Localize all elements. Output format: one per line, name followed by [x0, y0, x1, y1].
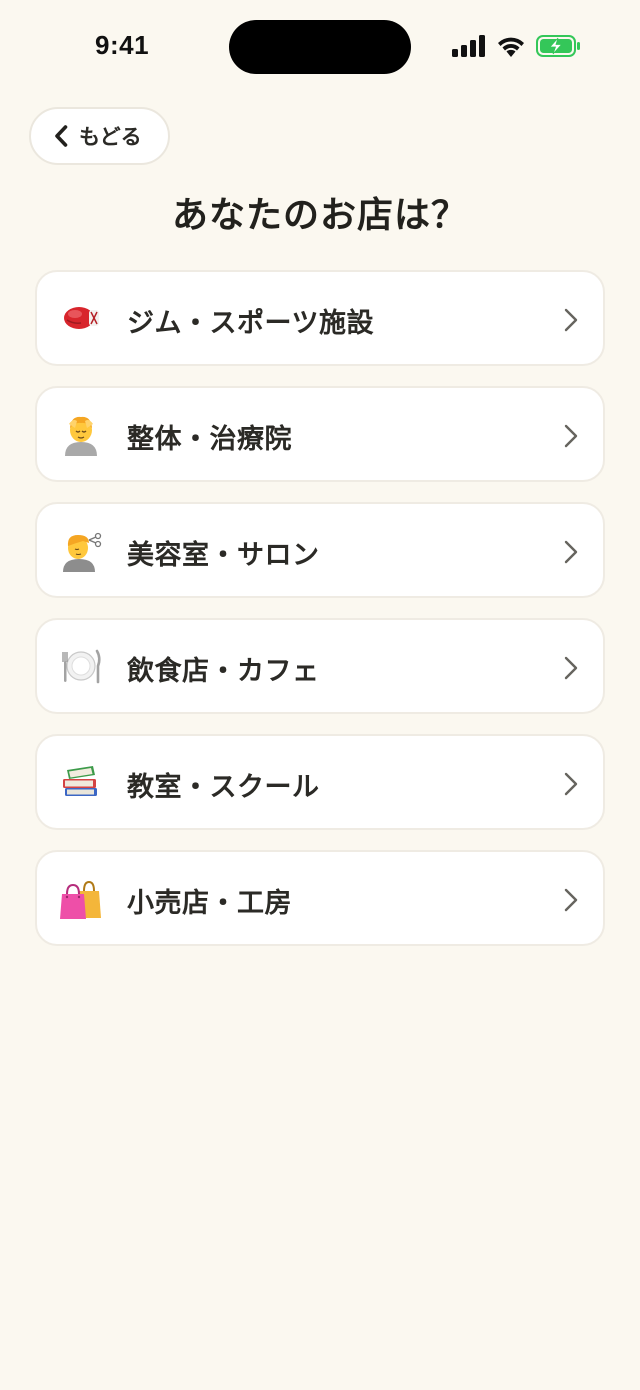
option-restaurant-cafe[interactable]: 飲食店・カフェ: [35, 618, 605, 714]
status-bar: 9:41: [0, 0, 640, 92]
chevron-right-icon: [564, 772, 578, 796]
shopping-bags-icon: [60, 880, 101, 919]
option-seitai-clinic[interactable]: 整体・治療院: [35, 386, 605, 482]
status-icons: [452, 34, 582, 58]
boxing-glove-icon: [64, 307, 99, 329]
back-button[interactable]: もどる: [29, 107, 170, 165]
back-button-label: もどる: [79, 125, 142, 149]
chevron-left-icon: [55, 125, 68, 147]
cellular-signal-icon: [452, 35, 485, 57]
page-title: あなたのお店は？: [171, 195, 468, 236]
chevron-right-icon: [564, 308, 578, 332]
dynamic-island: [229, 20, 411, 74]
chevron-right-icon: [564, 656, 578, 680]
wifi-icon: [498, 37, 524, 57]
option-label: 小売店・工房: [127, 888, 292, 919]
chevron-right-icon: [564, 424, 578, 448]
category-options-list: ジム・スポーツ施設 整体・治療院 美容室・サロン 飲食店・カフェ 教室・スクール…: [35, 270, 605, 966]
status-time: 9:41: [95, 30, 150, 60]
chevron-right-icon: [564, 888, 578, 912]
option-school-classroom[interactable]: 教室・スクール: [35, 734, 605, 830]
person-getting-massage-icon: [65, 416, 97, 456]
option-beauty-salon[interactable]: 美容室・サロン: [35, 502, 605, 598]
battery-charging-icon: [536, 35, 580, 57]
option-label: ジム・スポーツ施設: [127, 308, 374, 339]
option-label: 飲食店・カフェ: [127, 656, 320, 687]
option-gym-sports[interactable]: ジム・スポーツ施設: [35, 270, 605, 366]
books-icon: [63, 766, 97, 796]
chevron-right-icon: [564, 540, 578, 564]
option-label: 整体・治療院: [127, 424, 292, 455]
option-retail-workshop[interactable]: 小売店・工房: [35, 850, 605, 946]
option-label: 美容室・サロン: [127, 540, 320, 571]
fork-knife-plate-icon: [62, 649, 101, 684]
option-label: 教室・スクール: [127, 772, 320, 803]
person-getting-haircut-icon: [63, 532, 102, 572]
